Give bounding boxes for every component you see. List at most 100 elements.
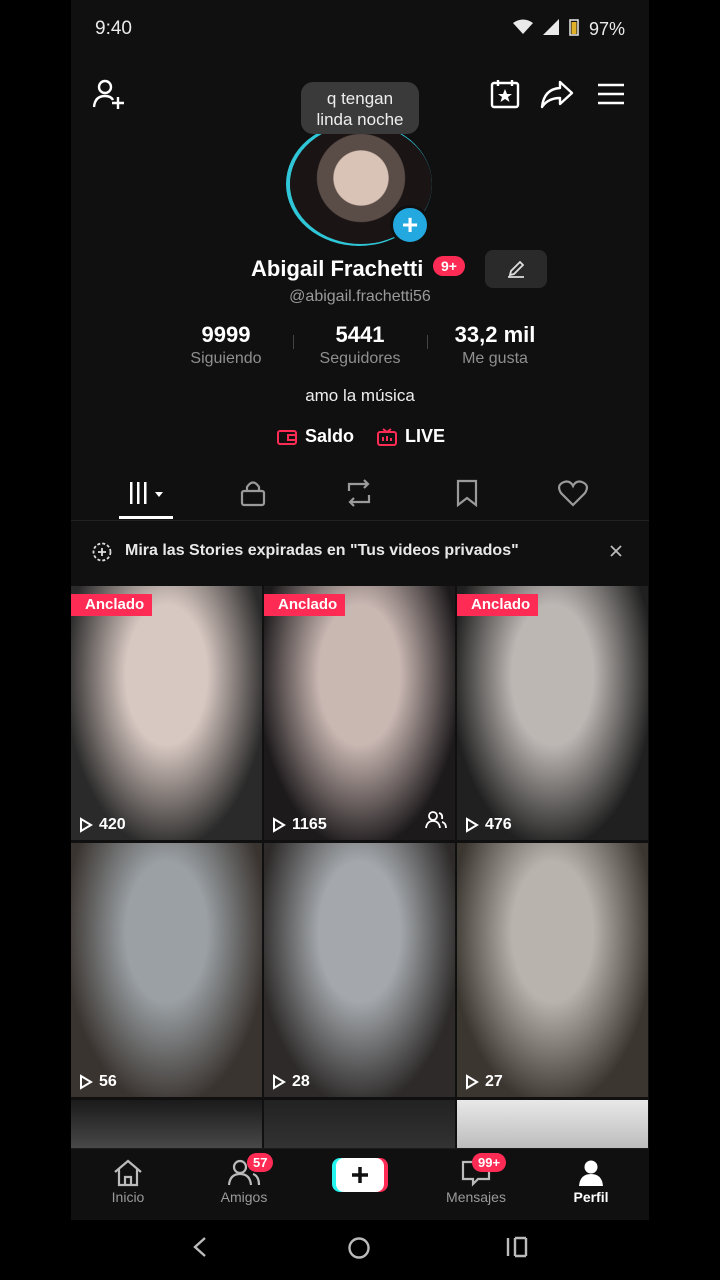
calendar-star-icon[interactable] xyxy=(485,74,525,114)
lock-icon xyxy=(240,481,266,507)
nav-home-label: Inicio xyxy=(111,1189,145,1205)
back-icon[interactable] xyxy=(191,1236,209,1258)
pinned-label: Anclado xyxy=(71,594,153,616)
saldo-label: Saldo xyxy=(305,426,355,446)
stat-likes-label: Me gusta xyxy=(462,350,528,367)
wallet-icon xyxy=(277,429,297,445)
friends-only-icon xyxy=(425,811,447,834)
messages-count-badge: 99+ xyxy=(472,1153,507,1172)
profile-name: Abigail Frachetti xyxy=(251,256,424,281)
stat-likes-num: 33,2 mil xyxy=(454,322,536,347)
home-circle-icon[interactable] xyxy=(347,1236,371,1260)
view-count: 28 xyxy=(272,1073,310,1091)
divider xyxy=(293,335,294,349)
note-bubble[interactable]: q tengan linda noche xyxy=(301,82,419,134)
system-nav-bar xyxy=(71,1220,649,1280)
wifi-icon xyxy=(512,19,533,40)
view-count: 1165 xyxy=(272,816,327,834)
home-icon xyxy=(114,1159,142,1187)
video-thumb[interactable]: Anclado 476 xyxy=(457,586,648,840)
repost-icon xyxy=(347,479,371,507)
note-line-1: q tengan xyxy=(326,89,394,108)
pinned-label: Anclado xyxy=(264,594,346,616)
profile-handle: @abigail.frachetti56 xyxy=(289,288,431,305)
friends-count-badge: 57 xyxy=(247,1153,274,1172)
play-icon xyxy=(273,817,286,833)
create-button[interactable] xyxy=(332,1158,388,1192)
view-count: 476 xyxy=(465,816,512,834)
share-icon[interactable] xyxy=(537,74,577,114)
divider xyxy=(427,335,428,349)
add-friend-icon[interactable] xyxy=(89,74,129,114)
stat-following[interactable]: 9999 Siguiendo xyxy=(181,322,271,368)
heart-icon xyxy=(558,480,588,507)
battery-percent: 97% xyxy=(588,19,625,39)
divider xyxy=(71,520,649,521)
nav-profile[interactable]: Perfil xyxy=(551,1157,631,1205)
stat-likes[interactable]: 33,2 mil Me gusta xyxy=(445,322,545,368)
battery-icon xyxy=(569,18,579,41)
view-count-value: 1165 xyxy=(292,816,327,833)
view-count-value: 56 xyxy=(99,1073,117,1090)
pinned-label: Anclado xyxy=(457,594,539,616)
nav-home[interactable]: Inicio xyxy=(88,1157,168,1205)
pencil-icon xyxy=(508,260,525,278)
video-thumb[interactable]: 27 xyxy=(457,843,648,1097)
video-thumb[interactable]: 28 xyxy=(264,843,455,1097)
tab-private[interactable] xyxy=(233,476,273,510)
play-icon xyxy=(273,1074,286,1090)
view-count-value: 420 xyxy=(99,816,126,833)
play-icon xyxy=(80,1074,93,1090)
tab-reposts[interactable] xyxy=(339,476,379,510)
bookmark-icon xyxy=(456,479,478,507)
bio: amo la música xyxy=(305,386,415,405)
stat-following-label: Siguiendo xyxy=(190,350,262,367)
active-tab-indicator xyxy=(119,516,173,519)
menu-icon[interactable] xyxy=(591,74,631,114)
status-bar: 9:40 97% xyxy=(71,0,649,60)
tab-saved[interactable] xyxy=(447,476,487,510)
status-icons: 97% xyxy=(512,18,625,41)
note-line-2: linda noche xyxy=(316,110,404,129)
video-thumb[interactable]: Anclado 1165 xyxy=(264,586,455,840)
phone-screen: 9:40 97% + q tengan linda noche Abigail … xyxy=(71,0,649,1280)
stat-followers-num: 5441 xyxy=(335,322,385,347)
edit-profile-button[interactable] xyxy=(485,250,547,288)
saldo-link[interactable]: Saldo xyxy=(277,426,354,447)
stat-following-num: 9999 xyxy=(201,322,251,347)
status-time: 9:40 xyxy=(95,18,132,39)
close-icon[interactable] xyxy=(609,544,623,558)
view-count-value: 27 xyxy=(485,1073,503,1090)
video-thumb[interactable] xyxy=(264,1100,455,1150)
live-tv-icon xyxy=(377,427,397,446)
nav-profile-label: Perfil xyxy=(573,1189,609,1205)
view-count: 56 xyxy=(79,1073,117,1091)
view-count: 420 xyxy=(79,816,126,834)
stat-followers[interactable]: 5441 Seguidores xyxy=(311,322,409,368)
story-archive-icon xyxy=(92,542,112,562)
profile-icon xyxy=(579,1160,603,1186)
stories-notice[interactable]: Mira las Stories expiradas en "Tus video… xyxy=(71,530,649,574)
play-icon xyxy=(466,1074,479,1090)
live-label: LIVE xyxy=(405,426,446,446)
signal-icon xyxy=(542,19,559,40)
recents-icon[interactable] xyxy=(505,1236,529,1258)
video-thumb[interactable] xyxy=(457,1100,648,1150)
grid-icon xyxy=(130,482,163,504)
view-count-value: 28 xyxy=(292,1073,310,1090)
tab-liked[interactable] xyxy=(553,476,593,510)
video-thumb[interactable]: Anclado 420 xyxy=(71,586,262,840)
tab-videos[interactable] xyxy=(127,476,167,510)
live-link[interactable]: LIVE xyxy=(377,426,445,447)
nav-friends-label: Amigos xyxy=(220,1189,268,1205)
nav-messages-label: Mensajes xyxy=(446,1189,506,1205)
play-icon xyxy=(466,817,479,833)
notice-text: Mira las Stories expiradas en "Tus video… xyxy=(125,542,519,559)
name-badge[interactable]: 9+ xyxy=(433,256,465,276)
video-thumb[interactable]: 56 xyxy=(71,843,262,1097)
add-story-button[interactable]: + xyxy=(390,205,430,245)
view-count: 27 xyxy=(465,1073,503,1091)
plus-icon xyxy=(332,1158,388,1192)
stat-followers-label: Seguidores xyxy=(319,350,401,367)
video-thumb[interactable] xyxy=(71,1100,262,1150)
